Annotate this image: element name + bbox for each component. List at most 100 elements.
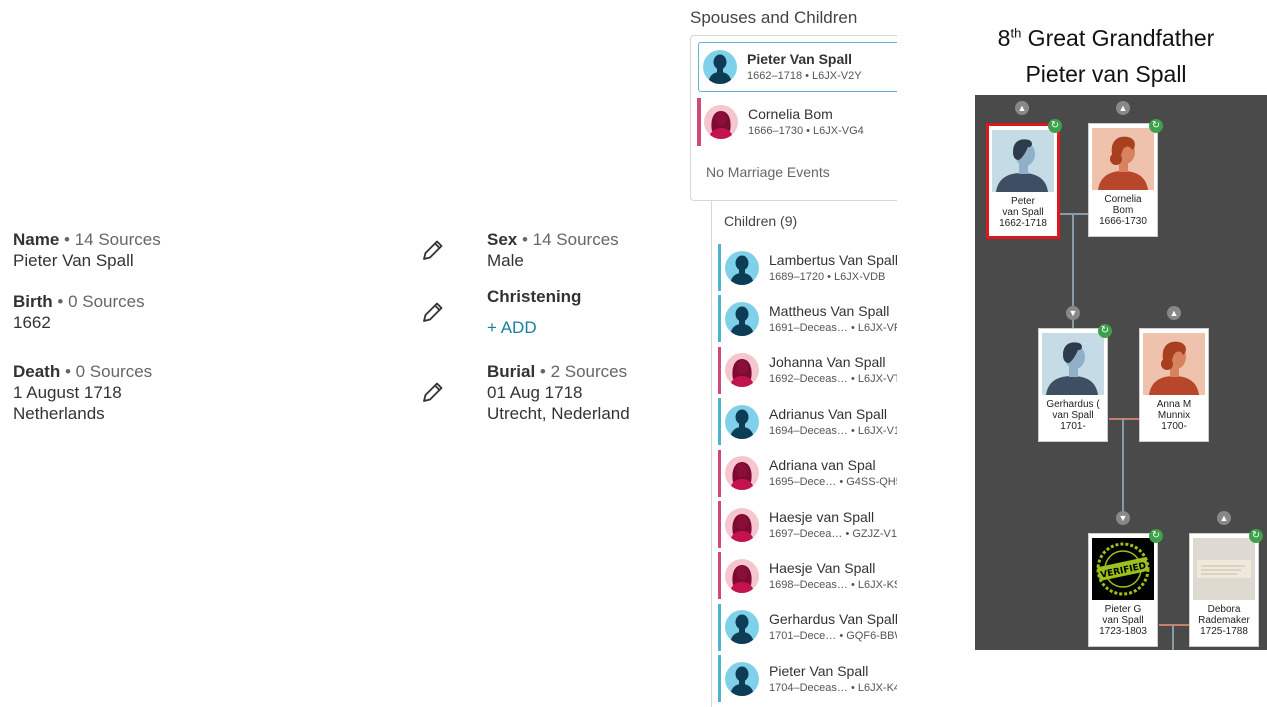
family-spouse[interactable]: Cornelia Bom 1666–1730 • L6JX-VG4 xyxy=(697,98,897,146)
female-portrait-icon xyxy=(1092,128,1154,190)
record-hint-icon[interactable]: ↻ xyxy=(1149,119,1163,133)
family-main-person[interactable]: Pieter Van Spall 1662–1718 • L6JX-V2Y xyxy=(698,42,897,92)
male-avatar-icon xyxy=(725,302,759,336)
descent-line xyxy=(1122,418,1124,522)
tree-card-debora[interactable]: Debora Rademaker 1725-1788 xyxy=(1189,533,1259,647)
chevron-up-icon[interactable]: ▲ xyxy=(1167,306,1181,320)
burial-label: Burial xyxy=(487,362,536,381)
burial-place: Utrecht, Nederland xyxy=(487,404,630,423)
chevron-up-icon[interactable]: ▲ xyxy=(1116,101,1130,115)
pencil-icon[interactable] xyxy=(420,299,446,325)
child-item[interactable]: Lambertus Van Spall 1689–1720 • L6JX-VDB xyxy=(718,244,897,291)
child-meta: 1701–Dece… • GQF6-BBW xyxy=(769,630,897,643)
child-name: Johanna Van Spall xyxy=(769,354,886,371)
sex-sources[interactable]: • 14 Sources xyxy=(517,230,619,249)
vital-sex: Sex • 14 Sources Male xyxy=(487,229,619,271)
burial-sources[interactable]: • 2 Sources xyxy=(535,362,627,381)
card-first-name: Pieter G xyxy=(1104,604,1142,615)
pencil-icon[interactable] xyxy=(420,237,446,263)
card-years: 1666-1730 xyxy=(1099,216,1147,227)
death-place: Netherlands xyxy=(13,404,105,423)
heading-number: 8 xyxy=(997,25,1011,51)
heading-rest: Great Grandfather xyxy=(1021,25,1215,51)
vital-name: Name • 14 Sources Pieter Van Spall xyxy=(13,229,161,271)
vital-death: Death • 0 Sources 1 August 1718 Netherla… xyxy=(13,361,152,424)
christening-add-button[interactable]: + ADD xyxy=(487,318,537,338)
child-item[interactable]: Adriana van Spal 1695–Dece… • G4SS-QH5 xyxy=(718,449,897,497)
card-first-name: Anna M xyxy=(1156,399,1192,410)
child-item[interactable]: Adrianus Van Spall 1694–Deceas… • L6JX-V1… xyxy=(718,398,897,446)
birth-sources[interactable]: • 0 Sources xyxy=(53,292,144,311)
children-title: Children (9) xyxy=(724,213,798,229)
child-meta: 1689–1720 • L6JX-VDB xyxy=(769,270,886,283)
card-last-name: Bom xyxy=(1112,205,1134,216)
child-item[interactable]: Haesje van Spall 1697–Decea… • GZJZ-V1G xyxy=(718,501,897,548)
child-name: Adrianus Van Spall xyxy=(769,405,888,422)
card-last-name: Munnix xyxy=(1157,410,1191,421)
death-date: 1 August 1718 xyxy=(13,383,122,402)
record-hint-icon[interactable]: ↻ xyxy=(1098,324,1112,338)
spouses-children-title: Spouses and Children xyxy=(690,8,858,27)
child-meta: 1698–Deceas… • L6JX-KSS xyxy=(769,578,897,591)
card-last-name: Rademaker xyxy=(1198,615,1250,626)
child-item[interactable]: Pieter Van Spall 1704–Deceas… • L6JX-K4C xyxy=(718,655,897,703)
card-years: 1701- xyxy=(1060,421,1086,432)
person-name: Cornelia Bom xyxy=(748,106,833,122)
person-meta: 1666–1730 • L6JX-VG4 xyxy=(748,125,864,137)
vital-burial: Burial • 2 Sources 01 Aug 1718 Utrecht, … xyxy=(487,361,630,424)
tree-card-cornelia[interactable]: Cornelia Bom 1666-1730 xyxy=(1088,123,1158,237)
burial-date: 01 Aug 1718 xyxy=(487,383,583,402)
child-name: Adriana van Spal xyxy=(769,457,876,474)
child-meta: 1697–Decea… • GZJZ-V1G xyxy=(769,527,897,540)
card-last-name: van Spall xyxy=(1102,615,1144,626)
vital-birth: Birth • 0 Sources 1662 xyxy=(13,291,145,333)
female-portrait-icon xyxy=(1143,333,1205,395)
tree-card-gerhardus[interactable]: Gerhardus ( van Spall 1701- xyxy=(1038,328,1108,442)
vital-christening: Christening xyxy=(487,286,581,307)
tree-card-pieter-g[interactable]: VERIFIED Pieter G van Spall 1723-1803 xyxy=(1088,533,1158,647)
male-avatar-icon xyxy=(725,610,759,644)
chevron-up-icon[interactable]: ▲ xyxy=(1217,511,1231,525)
christening-label: Christening xyxy=(487,287,582,306)
document-photo xyxy=(1193,538,1255,600)
card-years: 1662-1718 xyxy=(999,218,1047,229)
name-sources[interactable]: • 14 Sources xyxy=(59,230,161,249)
child-item[interactable]: Gerhardus Van Spall 1701–Dece… • GQF6-BBW xyxy=(718,603,897,651)
card-first-name: Gerhardus ( xyxy=(1046,399,1100,410)
child-item[interactable]: Johanna Van Spall 1692–Deceas… • L6JX-VT5 xyxy=(718,346,897,394)
male-avatar-icon xyxy=(725,251,759,285)
child-item[interactable]: Haesje Van Spall 1698–Deceas… • L6JX-KSS xyxy=(718,552,897,600)
couple-line xyxy=(1109,418,1139,420)
death-label: Death xyxy=(13,362,61,381)
chevron-up-icon[interactable]: ▲ xyxy=(1015,101,1029,115)
male-avatar-icon xyxy=(703,50,737,84)
record-hint-icon[interactable]: ↻ xyxy=(1249,529,1263,543)
male-avatar-icon xyxy=(725,405,759,439)
chevron-down-icon[interactable]: ▼ xyxy=(1116,511,1130,525)
pencil-icon[interactable] xyxy=(420,379,446,405)
no-marriage-events: No Marriage Events xyxy=(706,164,830,180)
card-years: 1700- xyxy=(1161,421,1187,432)
child-name: Mattheus Van Spall xyxy=(769,302,890,319)
person-name: Pieter Van Spall xyxy=(747,51,853,67)
card-last-name: van Spall xyxy=(1052,410,1094,421)
card-first-name: Peter xyxy=(1011,196,1035,207)
person-meta: 1662–1718 • L6JX-V2Y xyxy=(747,70,862,82)
child-meta: 1694–Deceas… • L6JX-V1T xyxy=(769,424,897,437)
record-hint-icon[interactable]: ↻ xyxy=(1149,529,1163,543)
couple-line xyxy=(1059,213,1089,215)
tree-card-anna[interactable]: Anna M Munnix 1700- xyxy=(1139,328,1209,442)
death-sources[interactable]: • 0 Sources xyxy=(60,362,152,381)
verified-stamp-image: VERIFIED xyxy=(1092,538,1154,600)
name-label: Name xyxy=(13,230,60,249)
child-item[interactable]: Mattheus Van Spall 1691–Deceas… • L6JX-VR… xyxy=(718,295,897,343)
descent-line xyxy=(1172,624,1174,650)
card-years: 1723-1803 xyxy=(1099,626,1147,637)
female-avatar-icon xyxy=(725,508,759,542)
tree-card-peter[interactable]: Peter van Spall 1662-1718 xyxy=(986,123,1060,239)
card-years: 1725-1788 xyxy=(1200,626,1248,637)
child-name: Haesje Van Spall xyxy=(769,559,876,576)
record-hint-icon[interactable]: ↻ xyxy=(1048,119,1062,133)
female-avatar-icon xyxy=(725,353,759,387)
chevron-down-icon[interactable]: ▼ xyxy=(1066,306,1080,320)
